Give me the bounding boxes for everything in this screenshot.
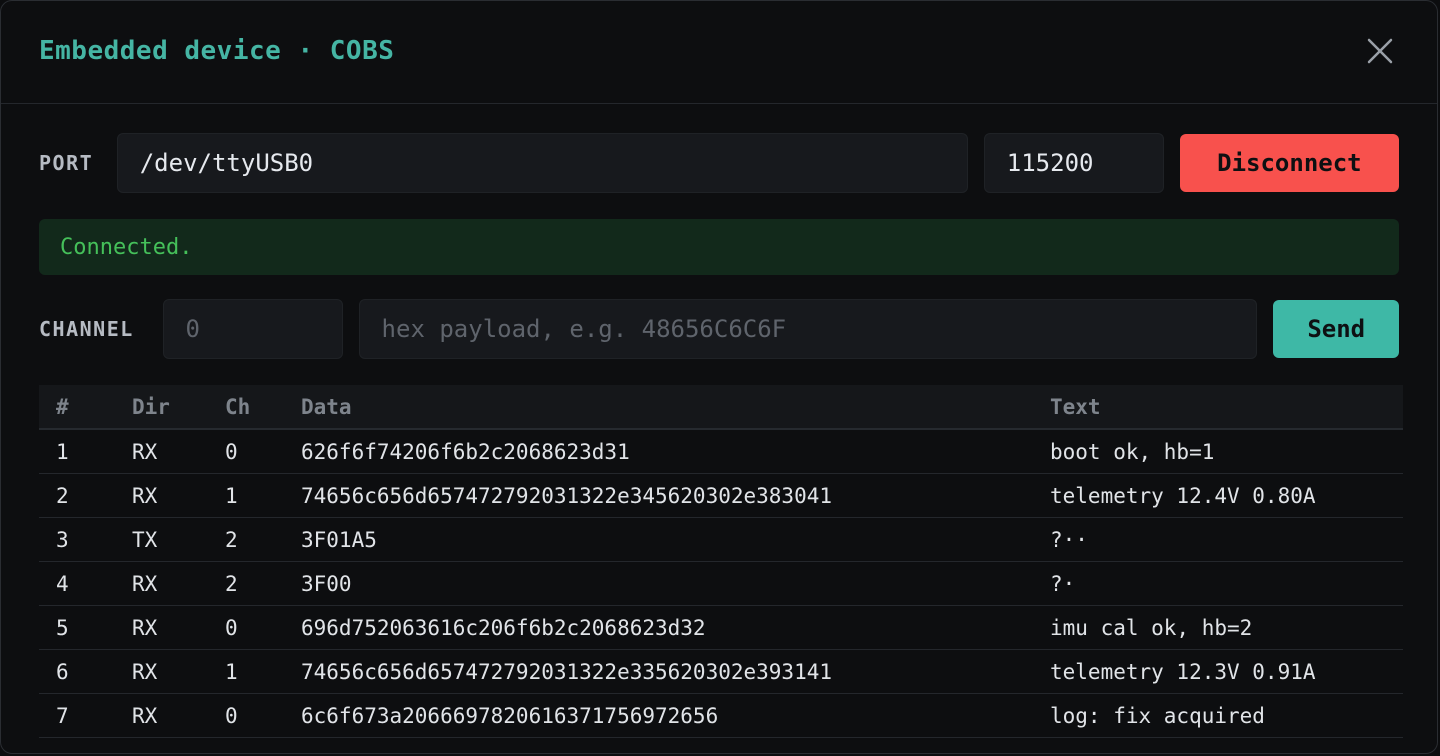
row-dir: RX <box>131 429 224 474</box>
row-channel: 0 <box>224 693 300 738</box>
dialog-header: Embedded device · COBS <box>1 1 1437 104</box>
channel-label: CHANNEL <box>39 317 134 341</box>
row-num: 6 <box>39 649 131 694</box>
row-text: ?·· <box>1049 517 1403 562</box>
header-text: Text <box>1049 385 1403 430</box>
send-row: CHANNEL Send <box>39 299 1399 359</box>
payload-input[interactable] <box>358 299 1258 359</box>
row-channel: 2 <box>224 517 300 562</box>
row-dir: RX <box>131 649 224 694</box>
table-row[interactable]: 5 RX 0 696d752063616c206f6b2c2068623d32 imu … <box>39 605 1403 650</box>
status-text: Connected. <box>60 234 193 260</box>
row-dir: RX <box>131 561 224 606</box>
row-text: telemetry 12.3V 0.91A <box>1049 649 1403 694</box>
row-channel: 2 <box>224 561 300 606</box>
disconnect-button[interactable]: Disconnect <box>1179 134 1399 192</box>
row-num: 1 <box>39 429 131 474</box>
row-channel: 1 <box>224 473 300 518</box>
row-num: 4 <box>39 561 131 606</box>
row-text: boot ok, hb=1 <box>1049 429 1403 474</box>
row-data: 626f6f74206f6b2c2068623d31 <box>300 429 1049 474</box>
row-data: 74656c656d657472792031322e335620302e3931… <box>300 649 1049 694</box>
row-dir: RX <box>131 693 224 738</box>
header-num: # <box>39 385 131 430</box>
row-channel: 0 <box>224 429 300 474</box>
row-text: ?· <box>1049 561 1403 606</box>
table-row[interactable]: 6 RX 1 74656c656d657472792031322e335620302e… <box>39 649 1403 694</box>
row-num: 7 <box>39 693 131 738</box>
row-text: telemetry 12.4V 0.80A <box>1049 473 1403 518</box>
port-row: PORT Disconnect <box>39 133 1399 193</box>
table-body: 1 RX 0 626f6f74206f6b2c2068623d31 boot ok, h… <box>39 429 1403 738</box>
device-dialog: Embedded device · COBS PORT Disconnect C… <box>0 0 1438 754</box>
close-button[interactable] <box>1363 34 1397 68</box>
row-data: 3F00 <box>300 561 1049 606</box>
table-row[interactable]: 1 RX 0 626f6f74206f6b2c2068623d31 boot ok, h… <box>39 429 1403 474</box>
baud-input[interactable] <box>983 133 1164 193</box>
port-input[interactable] <box>116 133 968 193</box>
row-data: 74656c656d657472792031322e345620302e3830… <box>300 473 1049 518</box>
row-dir: RX <box>131 605 224 650</box>
table-row[interactable]: 4 RX 2 3F00 ?· <box>39 561 1403 606</box>
row-text: log: fix acquired <box>1049 693 1403 738</box>
dialog-title: Embedded device · COBS <box>39 36 395 66</box>
send-button[interactable]: Send <box>1273 300 1399 358</box>
row-num: 3 <box>39 517 131 562</box>
row-data: 3F01A5 <box>300 517 1049 562</box>
row-num: 2 <box>39 473 131 518</box>
port-label: PORT <box>39 151 94 175</box>
table-row[interactable]: 2 RX 1 74656c656d657472792031322e345620302e… <box>39 473 1403 518</box>
row-channel: 0 <box>224 605 300 650</box>
close-icon <box>1367 38 1393 64</box>
row-num: 5 <box>39 605 131 650</box>
row-text: imu cal ok, hb=2 <box>1049 605 1403 650</box>
frame-log-table: # Dir Ch Data Text 1 RX 0 626f6f74206f6b2c2… <box>39 385 1403 738</box>
row-dir: RX <box>131 473 224 518</box>
row-data: 696d752063616c206f6b2c2068623d32 <box>300 605 1049 650</box>
status-banner: Connected. <box>39 219 1399 275</box>
table-row[interactable]: 3 TX 2 3F01A5 ?·· <box>39 517 1403 562</box>
table-header-row: # Dir Ch Data Text <box>39 385 1403 430</box>
header-dir: Dir <box>131 385 224 430</box>
header-ch: Ch <box>224 385 300 430</box>
channel-input[interactable] <box>162 299 343 359</box>
table-row[interactable]: 7 RX 0 6c6f673a2066697820616371756972656 log… <box>39 693 1403 738</box>
header-data: Data <box>300 385 1049 430</box>
row-data: 6c6f673a2066697820616371756972656 <box>300 693 1049 738</box>
row-dir: TX <box>131 517 224 562</box>
row-channel: 1 <box>224 649 300 694</box>
